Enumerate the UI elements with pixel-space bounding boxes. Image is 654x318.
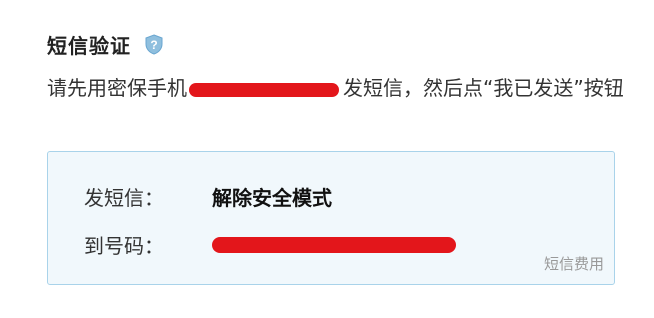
sms-fee-link[interactable]: 短信费用 <box>544 253 604 274</box>
send-label: 发短信： <box>84 186 164 210</box>
target-number-row: 到号码： <box>84 230 456 259</box>
redacted-number <box>212 236 456 253</box>
instruction-text: 请先用密保手机 发短信，然后点“我已发送”按钮 <box>47 74 627 102</box>
sms-info-box: 发短信： 解除安全模式 到号码： 短信费用 <box>47 151 615 285</box>
redacted-phone <box>189 82 339 97</box>
instruction-after: 发短信，然后点“我已发送”按钮 <box>343 76 624 100</box>
svg-text:?: ? <box>150 38 157 52</box>
to-number-label: 到号码： <box>84 234 164 258</box>
shield-question-icon[interactable]: ? <box>145 34 163 55</box>
instruction-before: 请先用密保手机 <box>47 76 187 100</box>
send-content-value: 解除安全模式 <box>212 186 332 210</box>
page-title: 短信验证 <box>47 34 131 58</box>
send-content-row: 发短信： 解除安全模式 <box>84 182 332 211</box>
header: 短信验证 ? <box>47 30 163 59</box>
